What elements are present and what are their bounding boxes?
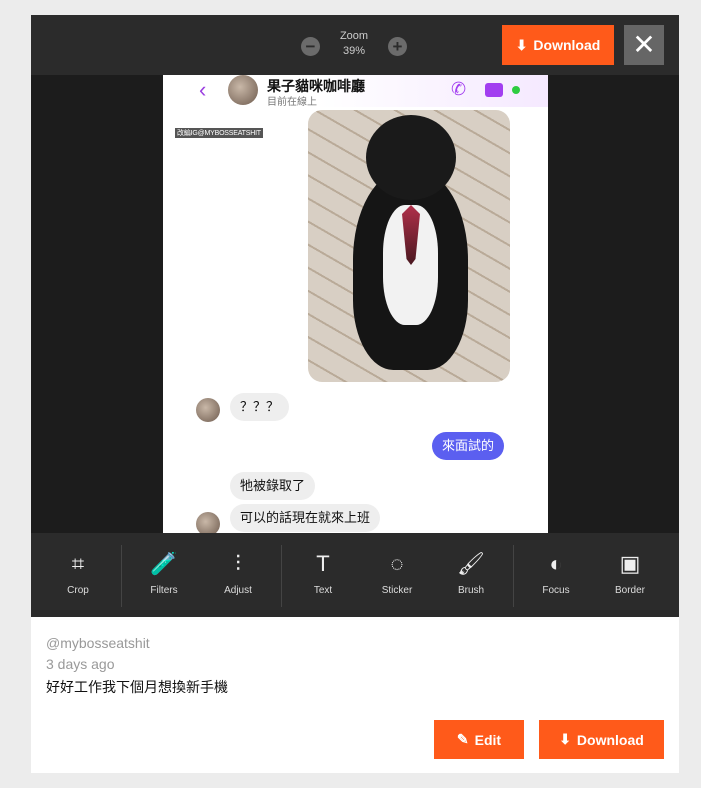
divider bbox=[281, 545, 282, 607]
download-label: Download bbox=[576, 731, 644, 748]
avatar bbox=[196, 512, 220, 533]
tool-label: Border bbox=[614, 585, 645, 596]
zoom-in-button[interactable]: + bbox=[388, 37, 407, 56]
message-bubble-sent: 來面試的 bbox=[432, 432, 505, 460]
zoom-indicator: Zoom 39% bbox=[331, 29, 377, 59]
sticker-icon: ◌ bbox=[390, 551, 404, 576]
post-username[interactable]: @mybosseatshit bbox=[46, 635, 150, 651]
close-button[interactable]: ✕ bbox=[624, 25, 664, 65]
download-label: Download bbox=[533, 37, 601, 53]
tool-label: Text bbox=[313, 585, 333, 596]
post-caption: 好好工作我下個月想換新手機 bbox=[46, 679, 228, 695]
chat-header: ‹ 果子貓咪咖啡廳 目前在線上 ✆ bbox=[163, 75, 548, 108]
tool-label: Brush bbox=[457, 585, 485, 596]
message-bubble: 牠被錄取了 bbox=[230, 472, 316, 500]
focus-icon: ◐ bbox=[549, 551, 563, 576]
crop-icon: ⌗ bbox=[71, 551, 85, 576]
adjust-icon: ⫶ bbox=[235, 551, 241, 576]
edit-toolbar: ⌗ Crop 🧪 Filters ⫶ Adjust T Text ◌ Sticker 🖌 B… bbox=[31, 533, 679, 617]
video-icon bbox=[485, 83, 503, 97]
zoom-label: Zoom bbox=[339, 30, 369, 42]
phone-icon: ✆ bbox=[451, 79, 467, 99]
edit-label: Edit bbox=[474, 731, 502, 748]
online-dot bbox=[512, 86, 520, 94]
tool-text[interactable]: T Text bbox=[288, 533, 358, 617]
download-icon: ⬇ bbox=[559, 731, 571, 747]
edit-button[interactable]: ✎ Edit bbox=[434, 720, 524, 759]
tool-filters[interactable]: 🧪 Filters bbox=[129, 533, 199, 617]
brush-icon: 🖌 bbox=[457, 551, 485, 576]
tool-adjust[interactable]: ⫶ Adjust bbox=[203, 533, 273, 617]
tool-label: Adjust bbox=[224, 585, 252, 596]
image-stage: ‹ 果子貓咪咖啡廳 目前在線上 ✆ 改編IG@MYBOSSEATSHIT ？？？… bbox=[31, 75, 679, 533]
tool-border[interactable]: ▣ Border bbox=[595, 533, 665, 617]
tool-sticker[interactable]: ◌ Sticker bbox=[362, 533, 432, 617]
chat-status: 目前在線上 bbox=[267, 97, 317, 108]
divider bbox=[513, 545, 514, 607]
tool-brush[interactable]: 🖌 Brush bbox=[436, 533, 506, 617]
chat-screenshot: ‹ 果子貓咪咖啡廳 目前在線上 ✆ 改編IG@MYBOSSEATSHIT ？？？… bbox=[163, 75, 548, 533]
tool-focus[interactable]: ◐ Focus bbox=[521, 533, 591, 617]
text-icon: T bbox=[316, 551, 330, 576]
back-chevron-icon: ‹ bbox=[199, 77, 207, 102]
filters-icon: 🧪 bbox=[150, 551, 178, 576]
tool-label: Sticker bbox=[381, 585, 413, 596]
download-button-top[interactable]: ⬇ Download bbox=[502, 25, 614, 65]
tool-label: Focus bbox=[542, 585, 570, 596]
tool-crop[interactable]: ⌗ Crop bbox=[43, 533, 113, 617]
avatar bbox=[196, 398, 220, 422]
download-icon: ⬇ bbox=[515, 36, 528, 53]
tool-label: Crop bbox=[67, 585, 89, 596]
download-button-bottom[interactable]: ⬇ Download bbox=[539, 720, 664, 759]
watermark: 改編IG@MYBOSSEATSHIT bbox=[175, 128, 263, 138]
message-bubble: 可以的話現在就來上班 bbox=[230, 504, 381, 532]
viewer-header: − Zoom 39% + ⬇ Download ✕ bbox=[31, 15, 679, 75]
zoom-out-button[interactable]: − bbox=[301, 37, 320, 56]
cat-head bbox=[366, 115, 456, 200]
border-icon: ▣ bbox=[619, 551, 641, 576]
post-timestamp: 3 days ago bbox=[46, 656, 115, 672]
image-viewer-card: − Zoom 39% + ⬇ Download ✕ ‹ 果子貓咪咖啡廳 目前在線上 … bbox=[31, 15, 679, 773]
cat-photo bbox=[308, 110, 510, 382]
pencil-icon: ✎ bbox=[456, 731, 469, 747]
divider bbox=[121, 545, 122, 607]
zoom-value: 39% bbox=[342, 45, 366, 57]
message-bubble: ？？？ bbox=[230, 393, 290, 421]
tool-label: Filters bbox=[150, 585, 178, 596]
avatar bbox=[228, 75, 258, 105]
